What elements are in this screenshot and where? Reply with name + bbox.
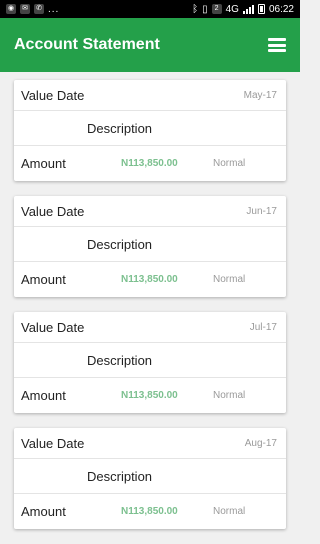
value-date-row: Value Date Jun-17 [14,196,286,227]
value-date-row: Value Date Jul-17 [14,312,286,343]
description-label: Description [87,352,153,368]
amount-label: Amount [21,272,66,287]
value-date-label: Value Date [21,435,85,451]
statement-card[interactable]: Value Date Jun-17 Description Amount N11… [14,196,286,297]
status-bar-left: ◉ ✉ ✆ ... [6,4,59,15]
value-date-label: Value Date [21,319,85,335]
amount-row: Amount N113,850.00 Normal [14,262,286,297]
status-bar: ◉ ✉ ✆ ... ᛒ ▯ 2 4G 06:22 [0,0,300,18]
sim-icon: 2 [211,4,222,14]
amount-value: N113,850.00 [121,506,178,517]
amount-value: N113,850.00 [121,390,178,401]
app-bar: Account Statement [0,18,300,72]
status-overflow: ... [48,3,60,15]
amount-row: Amount N113,850.00 Normal [14,494,286,529]
description-label: Description [87,120,153,136]
phone-icon: ✆ [34,4,44,14]
value-date: Aug-17 [244,437,277,449]
amount-value: N113,850.00 [121,158,178,169]
amount-row: Amount N113,850.00 Normal [14,378,286,413]
status-label: Normal [213,506,246,517]
status-label: Normal [213,390,246,401]
battery-icon [257,4,265,14]
network-icon: 4G [225,3,239,15]
amount-value: N113,850.00 [121,274,178,285]
value-date-row: Value Date Aug-17 [14,428,286,459]
statement-card[interactable]: Value Date Jul-17 Description Amount N11… [14,312,286,413]
status-time: 06:22 [268,3,294,15]
description-row: Description [14,459,286,494]
value-date-label: Value Date [21,87,85,103]
status-bar-right: ᛒ ▯ 2 4G 06:22 [192,4,294,15]
amount-label: Amount [21,504,66,519]
bluetooth-icon: ᛒ [192,3,199,15]
value-date-label: Value Date [21,203,85,219]
vibrate-icon: ▯ [202,3,208,15]
statement-card[interactable]: Value Date Aug-17 Description Amount N11… [14,428,286,529]
page-title: Account Statement [14,36,160,53]
value-date: Jun-17 [246,205,277,217]
value-date: May-17 [243,89,277,101]
status-label: Normal [213,274,246,285]
amount-row: Amount N113,850.00 Normal [14,146,286,181]
description-row: Description [14,343,286,378]
amount-label: Amount [21,388,66,403]
statement-card[interactable]: Value Date May-17 Description Amount N11… [14,80,286,181]
notification-icon-2: ✉ [20,4,30,14]
value-date-row: Value Date May-17 [14,80,286,111]
description-label: Description [87,236,153,252]
description-label: Description [87,468,153,484]
amount-label: Amount [21,156,66,171]
status-label: Normal [213,158,246,169]
description-row: Description [14,227,286,262]
statement-list: Value Date May-17 Description Amount N11… [14,80,286,544]
notification-icon-1: ◉ [6,4,16,14]
description-row: Description [14,111,286,146]
value-date: Jul-17 [249,321,277,333]
signal-icon [242,4,254,14]
hamburger-menu-icon[interactable] [268,38,286,52]
